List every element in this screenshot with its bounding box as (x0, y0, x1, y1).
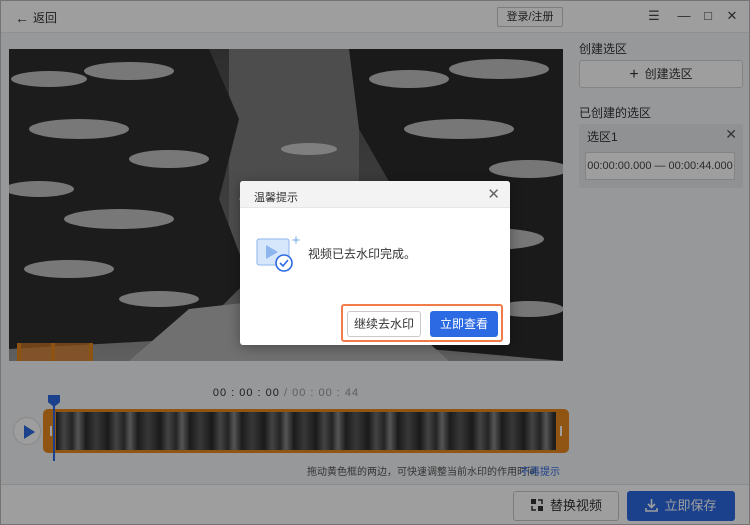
close-icon[interactable]: ✕ (487, 185, 500, 203)
video-done-icon (256, 235, 301, 272)
dialog-header: 温馨提示 ✕ (240, 181, 510, 208)
continue-remove-watermark-button[interactable]: 继续去水印 (347, 311, 421, 337)
view-now-button[interactable]: 立即查看 (430, 311, 498, 337)
completion-dialog: 温馨提示 ✕ 视频已去水印完成。 继续去水印 立即查看 (240, 181, 510, 345)
dialog-message: 视频已去水印完成。 (308, 247, 417, 261)
dialog-title: 温馨提示 (254, 192, 298, 204)
